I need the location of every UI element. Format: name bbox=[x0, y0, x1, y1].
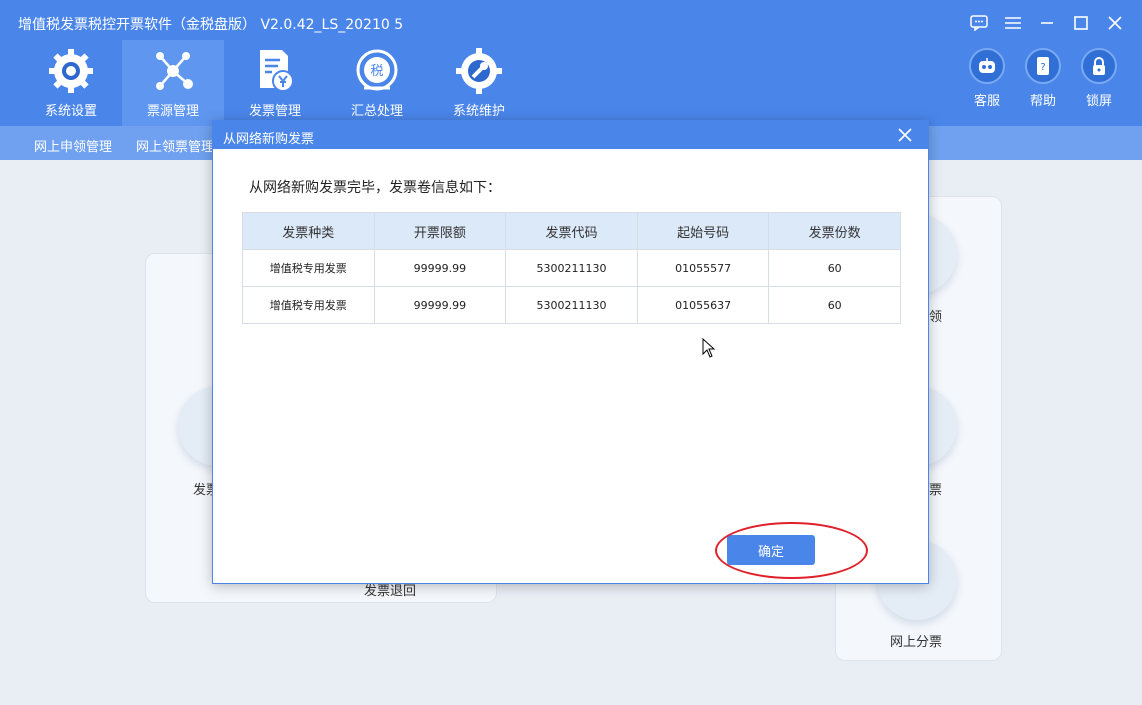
svg-text:税: 税 bbox=[370, 64, 383, 79]
nav-item-system-settings[interactable]: 系统设置 bbox=[20, 40, 122, 126]
title-bar: 增值税发票税控开票软件（金税盘版） V2.0.42_LS_20210 5 系统设… bbox=[0, 0, 1142, 126]
subnav-item-online-application[interactable]: 网上申领管理 bbox=[22, 126, 124, 160]
tool-label: 帮助 bbox=[1029, 94, 1056, 109]
nav-item-summary[interactable]: 税 汇总处理 bbox=[326, 40, 428, 126]
svg-text:?: ? bbox=[1040, 62, 1045, 73]
dialog-title: 从网络新购发票 bbox=[223, 132, 315, 147]
table-row[interactable]: 增值税专用发票 99999.99 5300211130 01055577 60 bbox=[242, 249, 901, 287]
gear-icon bbox=[49, 49, 93, 93]
dialog-message: 从网络新购发票完毕，发票卷信息如下： bbox=[249, 180, 501, 196]
robot-icon bbox=[969, 48, 1005, 84]
table-row[interactable]: 增值税专用发票 99999.99 5300211130 01055637 60 bbox=[242, 286, 901, 324]
limit-cell: 99999.99 bbox=[373, 286, 507, 324]
help-button[interactable]: ? 帮助 bbox=[1024, 48, 1062, 109]
right-tools: 客服 ? 帮助 锁屏 bbox=[968, 48, 1118, 109]
invoice-roll-table: 发票种类 开票限额 发票代码 起始号码 发票份数 增值税专用发票 99999.9… bbox=[242, 212, 901, 324]
tool-label: 客服 bbox=[973, 94, 1000, 109]
nav-item-invoice-management[interactable]: 发票管理 bbox=[224, 40, 326, 126]
tax-summary-icon: 税 bbox=[356, 49, 398, 91]
table-header-row: 发票种类 开票限额 发票代码 起始号码 发票份数 bbox=[242, 212, 901, 250]
nav-label: 系统维护 bbox=[452, 104, 505, 119]
subnav-item-online-collection[interactable]: 网上领票管理 bbox=[124, 126, 226, 160]
menu-icon[interactable] bbox=[998, 10, 1028, 36]
nav-label: 票源管理 bbox=[146, 104, 199, 119]
minimize-icon[interactable] bbox=[1032, 10, 1062, 36]
help-book-icon: ? bbox=[1025, 48, 1061, 84]
nav-label: 发票管理 bbox=[248, 104, 301, 119]
wrench-gear-icon bbox=[456, 48, 502, 94]
invoice-type-cell: 增值税专用发票 bbox=[242, 249, 375, 287]
nav-item-ticket-source[interactable]: 票源管理 bbox=[122, 40, 224, 126]
invoice-type-cell: 增值税专用发票 bbox=[242, 286, 375, 324]
column-header: 开票限额 bbox=[373, 212, 507, 250]
nav-item-system-maintenance[interactable]: 系统维护 bbox=[428, 40, 530, 126]
limit-cell: 99999.99 bbox=[373, 249, 507, 287]
column-header: 起始号码 bbox=[636, 212, 770, 250]
network-icon bbox=[156, 52, 193, 90]
main-nav: 系统设置 票源管理 发票管理 税 汇总处理 系统维护 bbox=[20, 40, 530, 126]
highlight-ring bbox=[715, 522, 868, 579]
invoice-code-cell: 5300211130 bbox=[505, 286, 638, 324]
window-controls bbox=[964, 10, 1130, 36]
column-header: 发票份数 bbox=[768, 212, 901, 250]
maximize-icon[interactable] bbox=[1066, 10, 1096, 36]
close-icon[interactable] bbox=[1100, 10, 1130, 36]
start-number-cell: 01055637 bbox=[636, 286, 770, 324]
online-split-label[interactable]: 网上分票 bbox=[890, 631, 942, 650]
column-header: 发票代码 bbox=[505, 212, 638, 250]
start-number-cell: 01055577 bbox=[636, 249, 770, 287]
nav-label: 系统设置 bbox=[44, 104, 97, 119]
nav-label: 汇总处理 bbox=[350, 104, 403, 119]
right-label-1: 领 bbox=[929, 310, 943, 325]
purchase-invoice-dialog: 从网络新购发票 从网络新购发票完毕，发票卷信息如下： 发票种类 开票限额 发票代… bbox=[212, 120, 929, 584]
lock-icon bbox=[1081, 48, 1117, 84]
right-label-2: 票 bbox=[929, 483, 943, 498]
mouse-cursor-icon bbox=[702, 338, 716, 358]
column-header: 发票种类 bbox=[242, 212, 375, 250]
feedback-icon[interactable] bbox=[964, 10, 994, 36]
invoice-yen-icon bbox=[260, 50, 294, 92]
close-icon[interactable] bbox=[896, 126, 914, 144]
invoice-code-cell: 5300211130 bbox=[505, 249, 638, 287]
count-cell: 60 bbox=[768, 249, 901, 287]
tool-label: 锁屏 bbox=[1085, 94, 1112, 109]
lock-screen-button[interactable]: 锁屏 bbox=[1080, 48, 1118, 109]
customer-service-button[interactable]: 客服 bbox=[968, 48, 1006, 109]
window-title: 增值税发票税控开票软件（金税盘版） V2.0.42_LS_20210 5 bbox=[18, 17, 404, 33]
count-cell: 60 bbox=[768, 286, 901, 324]
dialog-header: 从网络新购发票 bbox=[213, 121, 928, 149]
